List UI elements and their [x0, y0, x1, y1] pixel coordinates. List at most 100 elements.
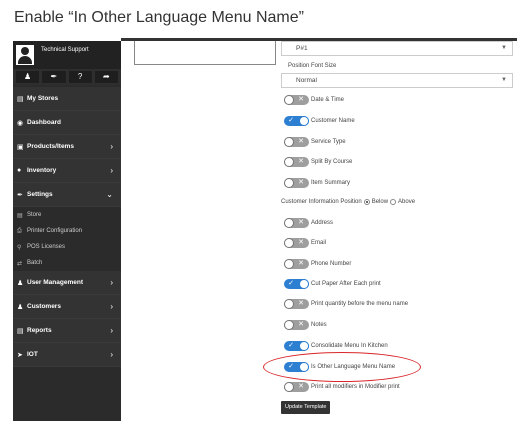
sidebar-item-iot[interactable]: ➤ IOT ›: [13, 343, 121, 367]
toggle-row-email: ✕ Email: [281, 237, 326, 249]
sidebar-item-products[interactable]: ▣ Products/Items ›: [13, 135, 121, 159]
inventory-icon: ●: [17, 167, 22, 174]
sidebar-subitem-printer-configuration[interactable]: ⎙ Printer Configuration: [13, 223, 121, 239]
position-select[interactable]: P#1 ▼: [281, 41, 513, 56]
chevron-right-icon: ›: [110, 350, 113, 359]
sidebar-item-label: Customers: [27, 303, 61, 310]
sidebar-subitem-store[interactable]: ▤ Store: [13, 207, 121, 223]
printer-icon: ⎙: [17, 227, 22, 234]
font-size-label: Position Font Size: [288, 63, 337, 69]
chevron-down-icon: ⌄: [106, 190, 113, 199]
sidebar-subitem-label: POS Licenses: [27, 244, 66, 250]
sidebar-item-label: Products/Items: [27, 143, 74, 150]
x-icon: ✕: [298, 96, 304, 103]
sidebar-subitem-batch[interactable]: ⇄ Batch: [13, 255, 121, 271]
update-template-button[interactable]: Update Template: [281, 401, 331, 414]
store-icon: ▤: [17, 212, 23, 219]
sidebar-subitem-label: Batch: [27, 260, 43, 266]
sidebar-item-dashboard[interactable]: ◉ Dashboard: [13, 111, 121, 135]
toggle-label: Cut Paper After Each print: [311, 281, 381, 287]
sidebar-item-user-management[interactable]: ♟ User Management ›: [13, 271, 121, 295]
date-time-toggle[interactable]: ✕: [284, 95, 309, 105]
chevron-down-icon: ▼: [501, 45, 507, 51]
x-icon: ✕: [298, 138, 304, 145]
brush-icon[interactable]: ✒: [42, 71, 66, 83]
split-by-course-toggle[interactable]: ✕: [284, 157, 309, 167]
font-size-select[interactable]: Normal ▼: [281, 73, 513, 88]
cut-paper-toggle[interactable]: ✓: [284, 279, 309, 289]
sidebar-item-label: Reports: [27, 327, 52, 334]
phone-number-toggle[interactable]: ✕: [284, 259, 309, 269]
sidebar-item-reports[interactable]: ▤ Reports ›: [13, 319, 121, 343]
toggle-row-print-all-modifiers: ✕ Print all modifiers in Modifier print: [281, 381, 400, 393]
toggle-row-service-type: ✕ Service Type: [281, 136, 346, 148]
toggle-label: Item Summary: [311, 180, 351, 186]
toggle-row-date-time: ✕ Date & Time: [281, 94, 344, 106]
x-icon: ✕: [298, 260, 304, 267]
print-all-modifiers-toggle[interactable]: ✕: [284, 382, 309, 392]
logout-icon[interactable]: ➦: [94, 71, 118, 83]
font-size-select-value: Normal: [296, 77, 317, 84]
sidebar-item-customers[interactable]: ♟ Customers ›: [13, 295, 121, 319]
batch-icon: ⇄: [17, 260, 23, 267]
x-icon: ✕: [298, 321, 304, 328]
toggle-label: Phone Number: [311, 261, 352, 267]
sidebar-subitem-label: Printer Configuration: [27, 228, 83, 234]
toggle-row-consolidate-menu: ✓ Consolidate Menu In Kitchen: [281, 340, 388, 352]
address-toggle[interactable]: ✕: [284, 218, 309, 228]
chevron-right-icon: ›: [110, 326, 113, 335]
notes-toggle[interactable]: ✕: [284, 320, 309, 330]
check-icon: ✓: [288, 342, 294, 349]
panel-box: [134, 41, 276, 65]
sidebar-item-settings[interactable]: ✒ Settings ⌄: [13, 183, 121, 207]
customers-icon: ♟: [17, 303, 24, 311]
consolidate-menu-toggle[interactable]: ✓: [284, 341, 309, 351]
below-radio-label: Below: [371, 199, 389, 205]
x-icon: ✕: [298, 239, 304, 246]
toggle-label: Address: [311, 220, 334, 226]
help-icon[interactable]: ?: [68, 71, 92, 83]
toggle-label: Notes: [311, 322, 327, 328]
sidebar-item-label: Inventory: [27, 167, 57, 174]
user-icon[interactable]: ♟: [16, 71, 40, 83]
iot-icon: ➤: [17, 351, 23, 359]
above-radio[interactable]: [390, 199, 397, 205]
x-icon: ✕: [298, 219, 304, 226]
item-summary-toggle[interactable]: ✕: [284, 178, 309, 188]
chevron-right-icon: ›: [110, 166, 113, 175]
toggle-row-print-quantity: ✕ Print quantity before the menu name: [281, 298, 408, 310]
below-radio[interactable]: [363, 199, 370, 205]
chevron-right-icon: ›: [110, 142, 113, 151]
customer-info-label: Customer Information Position: [281, 199, 362, 205]
position-select-value: P#1: [296, 45, 308, 52]
key-icon: ⚲: [17, 244, 22, 251]
x-icon: ✕: [298, 158, 304, 165]
print-quantity-toggle[interactable]: ✕: [284, 299, 309, 309]
email-toggle[interactable]: ✕: [284, 238, 309, 248]
toggle-row-notes: ✕ Notes: [281, 319, 327, 331]
sidebar-item-label: My Stores: [27, 95, 59, 102]
profile-name: Technical Support: [41, 47, 89, 53]
users-icon: ♟: [17, 279, 24, 287]
service-type-toggle[interactable]: ✕: [284, 137, 309, 147]
toggle-label: Split By Course: [311, 159, 353, 165]
check-icon: ✓: [288, 117, 294, 124]
reports-icon: ▤: [17, 327, 24, 335]
chevron-right-icon: ›: [110, 278, 113, 287]
sidebar-item-label: Settings: [27, 191, 53, 198]
sidebar-item-inventory[interactable]: ● Inventory ›: [13, 159, 121, 183]
sidebar-subitem-pos-licenses[interactable]: ⚲ POS Licenses: [13, 239, 121, 255]
above-radio-label: Above: [398, 199, 416, 205]
toggle-row-phone-number: ✕ Phone Number: [281, 258, 351, 270]
sidebar-item-label: IOT: [27, 351, 38, 358]
toggle-row-customer-name: ✓ Customer Name: [281, 115, 355, 127]
toggle-label: Email: [311, 240, 327, 246]
sidebar-nav: ▤ My Stores ◉ Dashboard ▣ Products/Items…: [13, 87, 121, 367]
toggle-label: Customer Name: [311, 118, 355, 124]
x-icon: ✕: [298, 383, 304, 390]
sidebar-item-my-stores[interactable]: ▤ My Stores: [13, 87, 121, 111]
sidebar: Technical Support ♟ ✒ ? ➦ ▤ My Stores ◉ …: [13, 41, 121, 421]
customer-name-toggle[interactable]: ✓: [284, 116, 309, 126]
check-icon: ✓: [288, 280, 294, 287]
page-heading: Enable “In Other Language Menu Name”: [14, 9, 304, 26]
